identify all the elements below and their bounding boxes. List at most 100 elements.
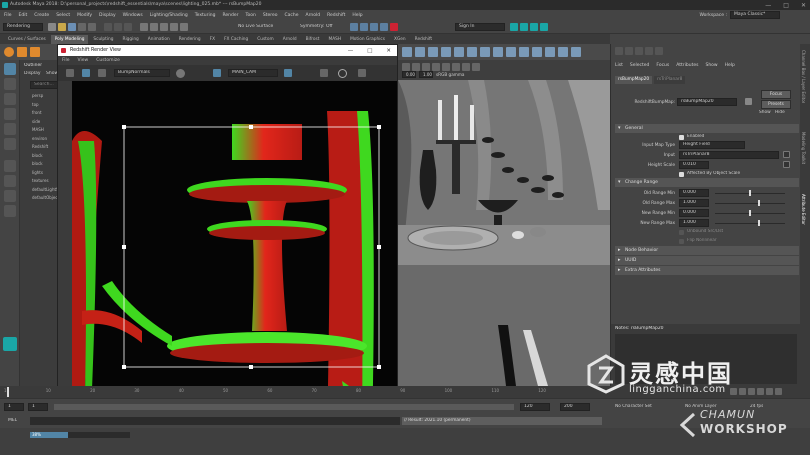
hide-button[interactable]: Hide — [775, 110, 785, 115]
layout-single-icon[interactable] — [4, 160, 16, 172]
hypershade-icon[interactable] — [380, 23, 388, 31]
affected-by-scale-checkbox[interactable] — [679, 172, 684, 177]
shelf-tab-custom[interactable]: Custom — [253, 35, 277, 44]
shelf-tab-bifrost[interactable]: Bifrost — [302, 35, 324, 44]
range-bar[interactable] — [54, 404, 514, 410]
camera-lock-icon[interactable] — [213, 69, 221, 77]
ae-toolbar-icon[interactable] — [645, 47, 653, 55]
shelf-tool-icon[interactable] — [506, 47, 516, 57]
shelf-tool-icon[interactable] — [558, 47, 568, 57]
settings-icon[interactable] — [338, 69, 347, 78]
select-component-icon[interactable] — [124, 23, 132, 31]
poly-cube-icon[interactable] — [17, 47, 27, 57]
ae-menu-show[interactable]: Show — [705, 63, 717, 68]
modeling-toolkit-icon[interactable] — [510, 23, 518, 31]
render-canvas[interactable] — [72, 81, 397, 437]
xray-icon[interactable] — [472, 63, 480, 71]
poly-cylinder-icon[interactable] — [30, 47, 40, 57]
slider-knob[interactable] — [749, 190, 751, 196]
range-row-value[interactable]: 0.000 — [679, 209, 709, 217]
select-hierarchy-icon[interactable] — [104, 23, 112, 31]
unbound-src-checkbox[interactable] — [679, 230, 684, 235]
attribute-editor-icon[interactable] — [520, 23, 528, 31]
menu-edit[interactable]: Edit — [19, 13, 28, 18]
layout-outliner-icon[interactable] — [4, 205, 16, 217]
input-map-type-dropdown[interactable]: Height Field — [679, 141, 745, 149]
ae-menu-help[interactable]: Help — [725, 63, 735, 68]
shelf-tab-arnold[interactable]: Arnold — [279, 35, 301, 44]
outliner-item[interactable]: persp — [32, 92, 60, 101]
save-scene-icon[interactable] — [68, 23, 76, 31]
snap-point-icon[interactable] — [160, 23, 168, 31]
gamma-field[interactable]: 1.00 — [419, 71, 433, 78]
script-language-toggle[interactable]: MEL — [8, 418, 17, 423]
shelf-tool-icon[interactable] — [428, 47, 438, 57]
outliner-item[interactable]: defaultObjectSet — [32, 194, 60, 203]
workspace-dropdown[interactable]: Maya Classic* — [730, 11, 780, 19]
ae-tab-rstriplanar[interactable]: rsTriPlanar8 — [654, 76, 686, 84]
shelf-tab-rigging[interactable]: Rigging — [119, 35, 143, 44]
shelf-tab-redshift[interactable]: Redshift — [411, 35, 436, 44]
ipr-render-icon[interactable] — [360, 23, 368, 31]
layout-four-icon[interactable] — [4, 175, 16, 187]
ae-menu-attributes[interactable]: Attributes — [676, 63, 698, 68]
shelf-tab-curves-surfaces[interactable]: Curves / Surfaces — [4, 35, 50, 44]
ae-toolbar-icon[interactable] — [615, 47, 623, 55]
node-name-field[interactable]: rsBumpMap20 — [677, 98, 737, 106]
menu-file[interactable]: File — [4, 13, 12, 18]
live-surface-label[interactable]: No Live Surface — [238, 24, 273, 29]
render-view-close-button[interactable]: ✕ — [386, 48, 391, 54]
poly-sphere-icon[interactable] — [4, 47, 14, 57]
time-slider[interactable]: 1 10 20 30 40 50 60 70 80 90 100 110 120 — [0, 386, 610, 398]
range-slider[interactable] — [715, 190, 785, 196]
menu-windows[interactable]: Windows — [123, 13, 143, 18]
outliner-item[interactable]: front — [32, 109, 60, 118]
range-row-value[interactable]: 1.000 — [679, 219, 709, 227]
menu-texturing[interactable]: Texturing — [195, 13, 216, 18]
shelf-tool-icon[interactable] — [519, 47, 529, 57]
current-time-indicator[interactable] — [7, 387, 9, 397]
freeze-icon[interactable] — [320, 69, 328, 77]
region-render-icon[interactable] — [284, 69, 292, 77]
new-scene-icon[interactable] — [48, 23, 56, 31]
height-scale-connect-icon[interactable] — [783, 161, 790, 168]
select-object-icon[interactable] — [114, 23, 122, 31]
shelf-tool-icon[interactable] — [402, 47, 412, 57]
rv-menu-customize[interactable]: Customize — [96, 58, 120, 63]
undo-icon[interactable] — [78, 23, 86, 31]
minimize-button[interactable]: — — [765, 2, 771, 9]
shelf-tab-mash[interactable]: MASH — [324, 35, 345, 44]
command-input[interactable] — [30, 417, 400, 425]
shelf-tab-fx[interactable]: FX — [206, 35, 219, 44]
menu-select[interactable]: Select — [56, 13, 70, 18]
3d-viewport[interactable] — [398, 60, 610, 386]
outliner-item[interactable]: textures — [32, 177, 60, 186]
shelf-tab-rendering[interactable]: Rendering — [175, 35, 205, 44]
menu-redshift[interactable]: Redshift — [327, 13, 345, 18]
shelf-tool-icon[interactable] — [545, 47, 555, 57]
outliner-item[interactable]: block — [32, 160, 60, 169]
menu-cache[interactable]: Cache — [285, 13, 299, 18]
input-connect-icon[interactable] — [783, 151, 790, 158]
snap-view-icon[interactable] — [170, 23, 178, 31]
ae-menu-focus[interactable]: Focus — [656, 63, 669, 68]
rv-menu-view[interactable]: View — [78, 58, 89, 63]
range-row-value[interactable]: 1.000 — [679, 199, 709, 207]
outliner-item[interactable]: side — [32, 118, 60, 127]
maximize-button[interactable]: □ — [783, 2, 789, 9]
range-slider[interactable] — [715, 210, 785, 216]
isolate-icon[interactable] — [462, 63, 470, 71]
sign-in-button[interactable]: Sign In — [455, 23, 505, 31]
menu-stereo[interactable]: Stereo — [263, 13, 278, 18]
close-button[interactable]: ✕ — [801, 2, 806, 9]
camera-dropdown[interactable]: MAIN_CAM — [228, 69, 278, 77]
shelf-tool-icon[interactable] — [493, 47, 503, 57]
shelf-tab-motion-graphics[interactable]: Motion Graphics — [346, 35, 389, 44]
render-settings-icon[interactable] — [370, 23, 378, 31]
range-slider[interactable] — [715, 220, 785, 226]
shelf-tool-icon[interactable] — [480, 47, 490, 57]
ae-menu-selected[interactable]: Selected — [630, 63, 650, 68]
slider-knob[interactable] — [757, 200, 760, 206]
menu-render[interactable]: Render — [222, 13, 238, 18]
extra-attributes-section-header[interactable]: Extra Attributes — [615, 266, 799, 275]
